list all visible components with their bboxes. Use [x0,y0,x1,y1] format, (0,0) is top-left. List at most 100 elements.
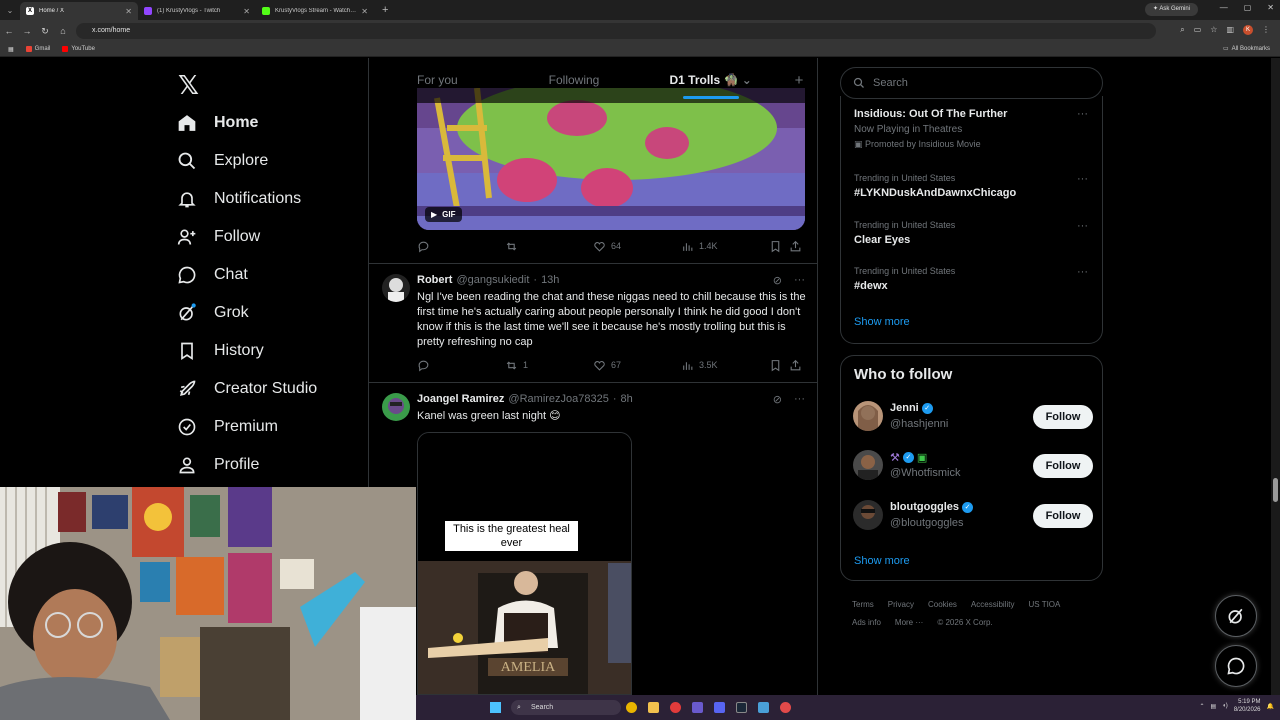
nav-item-premium[interactable]: Premium [176,410,278,444]
steam-icon[interactable] [736,702,747,713]
x-logo-icon[interactable]: 𝕏 [178,70,199,101]
follow-suggestion[interactable]: bloutgoggles ✓ @bloutgoggles Follow [853,500,1093,534]
extensions-icon[interactable]: ▥ [1226,25,1234,35]
minimize-icon[interactable]: — [1220,3,1228,12]
footer-link[interactable]: Cookies [928,600,957,609]
more-icon[interactable]: ··· [794,274,805,287]
apps-icon[interactable]: ▦ [8,46,14,53]
grok-explain-icon[interactable]: ⊘ [773,274,782,287]
bookmark-button[interactable] [769,240,789,253]
author-name[interactable]: Robert [417,274,452,286]
new-tab-button[interactable]: + [374,4,396,16]
folder-icon[interactable] [648,702,659,713]
avatar[interactable] [853,401,883,431]
maximize-icon[interactable]: ▢ [1244,3,1252,12]
app-icon[interactable] [692,702,703,713]
author-handle[interactable]: @RamirezJoa78325 [508,393,608,405]
trend-item[interactable]: Trending in United States #dewx ··· [854,266,1094,292]
taskbar-search[interactable]: ⌕ Search [511,700,621,715]
more-icon[interactable]: ··· [1077,173,1088,185]
url-field[interactable]: x.com/home [76,23,1156,39]
home-browser-icon[interactable]: ⌂ [54,26,72,36]
avatar[interactable] [382,393,410,421]
post-time[interactable]: 8h [621,393,633,405]
tab-following[interactable]: Following [506,58,643,103]
share-button[interactable] [789,240,802,253]
share-button[interactable] [789,359,802,372]
app-icon[interactable] [780,702,791,713]
menu-icon[interactable]: ⋮ [1262,25,1270,35]
discord-icon[interactable] [714,702,725,713]
follow-suggestion[interactable]: Jenni ✓ @hashjenni Follow [853,401,1093,435]
close-window-icon[interactable]: ✕ [1267,3,1274,12]
more-icon[interactable]: ··· [794,393,805,406]
follow-button[interactable]: Follow [1033,405,1093,429]
page-scrollbar[interactable] [1271,58,1280,695]
close-icon[interactable]: ✕ [125,7,132,16]
who-to-follow-show-more[interactable]: Show more [854,555,910,567]
app-icon[interactable] [758,702,769,713]
repost-button[interactable] [505,240,593,253]
footer-more-link[interactable]: More ··· [895,618,923,627]
chrome-icon[interactable] [626,702,637,713]
gif-badge[interactable]: ▶ GIF [425,207,462,222]
bookmark-gmail[interactable]: Gmail [25,46,50,52]
close-icon[interactable]: ✕ [243,7,250,16]
nav-item-home[interactable]: Home [176,106,258,140]
avatar[interactable] [853,450,883,480]
search-input[interactable]: Search [840,67,1103,99]
tab-d1-trolls[interactable]: D1 Trolls 🧌 ⌄ [642,58,779,103]
nav-item-follow[interactable]: Follow [176,220,260,254]
star-icon[interactable]: ☆ [1210,25,1217,35]
volume-icon[interactable]: ◖) [1222,703,1228,709]
nav-item-creator-studio[interactable]: Creator Studio [176,372,317,406]
tab-search-icon[interactable]: ⌄ [0,6,20,15]
nav-item-chat[interactable]: Chat [176,258,248,292]
network-icon[interactable]: ▤ [1211,703,1217,710]
all-bookmarks[interactable]: ▭ All Bookmarks [1223,45,1270,53]
zoom-icon[interactable]: ⌕ [1180,25,1184,35]
footer-link[interactable]: Ads info [852,618,881,627]
nav-item-history[interactable]: History [176,334,264,368]
profile-avatar[interactable]: K [1243,25,1253,35]
post-time[interactable]: 13h [541,274,559,286]
browser-tab-kick[interactable]: KrustyVlogs Stream - Watch Li... ✕ [256,2,374,20]
reply-button[interactable] [417,240,505,253]
nav-item-profile[interactable]: Profile [176,448,259,482]
reply-button[interactable] [417,359,505,372]
trend-item[interactable]: Trending in United States #LYKNDuskAndDa… [854,173,1094,199]
trends-show-more[interactable]: Show more [854,316,910,328]
forward-icon[interactable]: → [18,26,36,36]
post-gif[interactable]: ▶ GIF [417,88,805,230]
more-icon[interactable]: ··· [1077,266,1088,278]
grok-fab-button[interactable] [1215,595,1257,637]
close-icon[interactable]: ✕ [361,7,368,16]
views-button[interactable]: 1.4K [681,240,769,253]
ask-gemini-button[interactable]: ✦ Ask Gemini [1144,3,1198,16]
footer-link[interactable]: Accessibility [971,600,1015,609]
follow-button[interactable]: Follow [1033,504,1093,528]
tab-for-you[interactable]: For you [369,58,506,103]
follow-button[interactable]: Follow [1033,454,1093,478]
browser-tab-twitch[interactable]: (1) KrustyVlogs - Twitch ✕ [138,2,256,20]
back-icon[interactable]: ← [0,26,18,36]
browser-tab-home[interactable]: X Home / X ✕ [20,2,138,20]
nav-item-explore[interactable]: Explore [176,144,268,178]
cast-icon[interactable]: ▭ [1194,25,1202,35]
tray-chevron-icon[interactable]: ⌃ [1199,703,1204,710]
avatar[interactable] [853,500,883,530]
post-video[interactable]: AMELIA This is the greatest heal ever [417,432,632,695]
avatar[interactable] [382,274,410,302]
views-button[interactable]: 3.5K [681,359,769,372]
author-handle[interactable]: @gangsukiedit [456,274,529,286]
windows-start-icon[interactable] [490,702,501,713]
footer-link[interactable]: Privacy [888,600,914,609]
footer-link[interactable]: US TIOA [1029,600,1061,609]
nav-item-notifications[interactable]: Notifications [176,182,301,216]
bookmark-button[interactable] [769,359,789,372]
like-button[interactable]: 67 [593,359,681,372]
grok-explain-icon[interactable]: ⊘ [773,393,782,406]
author-name[interactable]: Joangel Ramirez [417,393,504,405]
footer-link[interactable]: Terms [852,600,874,609]
more-icon[interactable]: ··· [1077,108,1088,120]
